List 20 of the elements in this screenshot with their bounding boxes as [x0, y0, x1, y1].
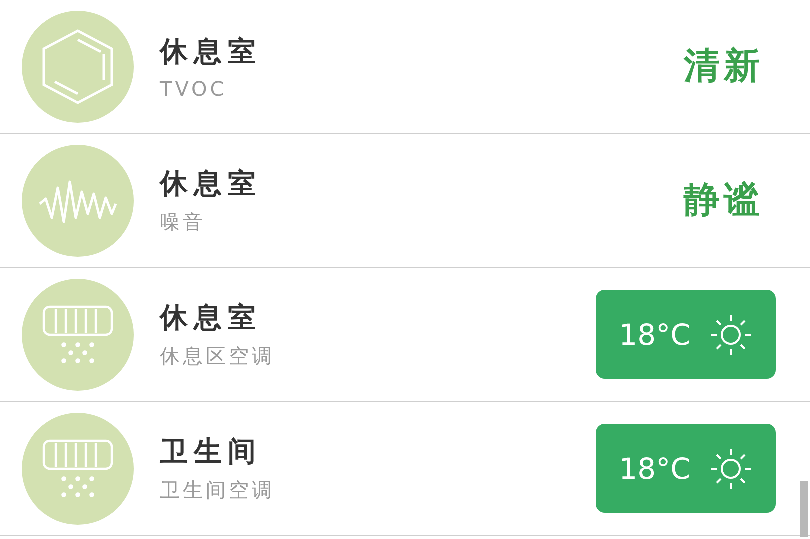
list-row[interactable]: 休息室 噪音 静谧	[0, 134, 810, 268]
device-name: 噪音	[160, 209, 207, 236]
device-name: 休息区空调	[160, 343, 276, 370]
sun-icon	[708, 446, 753, 490]
hexagon-icon	[41, 28, 115, 104]
list-row[interactable]: 卫生间 卫生间空调 18°C	[0, 402, 810, 536]
room-name: 卫生间	[160, 434, 263, 470]
room-name: 休息室	[160, 166, 263, 202]
status-text: 静谧	[684, 179, 764, 223]
room-name: 休息室	[160, 34, 263, 70]
status-text: 清新	[684, 45, 764, 89]
list-row[interactable]: 休息室 休息区空调 18°C	[0, 268, 810, 402]
device-name: TVOC	[160, 76, 228, 100]
air-conditioner-icon	[42, 438, 114, 498]
scrollbar	[800, 481, 808, 537]
list-row[interactable]: 休息室 TVOC 清新	[0, 0, 810, 134]
device-name: 卫生间空调	[160, 477, 276, 504]
sun-icon	[708, 312, 753, 356]
air-conditioner-icon	[42, 304, 114, 364]
room-name: 休息室	[160, 300, 263, 336]
